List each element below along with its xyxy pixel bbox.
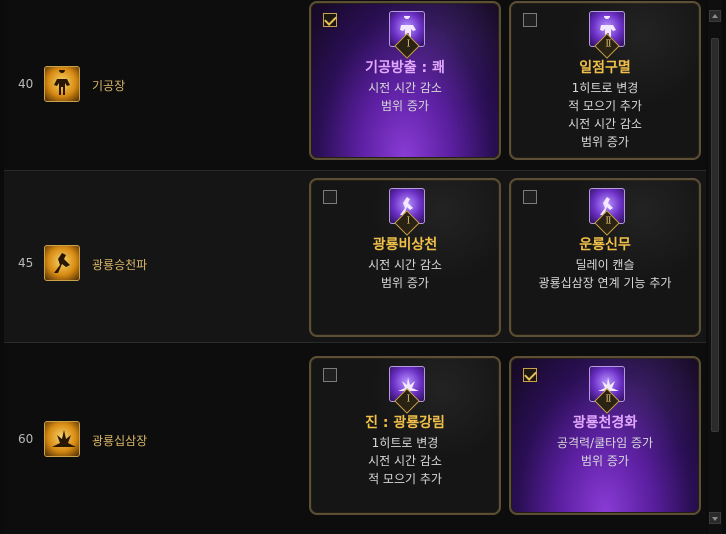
option-line: 적 모으기 추가 — [368, 472, 442, 486]
option-line: 딜레이 캔슬 — [575, 258, 635, 272]
option-line: 1히트로 변경 — [571, 81, 639, 95]
option-title: 일점구멸 — [579, 60, 631, 76]
option-title: 진 : 광룡강림 — [365, 415, 445, 431]
skill-option-panel: 40 기공장 Ⅰ 기공방출 : 쾌 시전 시간 감소 범위 증가 Ⅱ 일점구멸 … — [0, 0, 706, 534]
kigong-palm-icon — [44, 66, 80, 102]
option-description: 공격력/쿨타임 증가 범위 증가 — [511, 434, 699, 470]
option-checkbox[interactable] — [523, 190, 537, 204]
option-line: 공격력/쿨타임 증가 — [556, 436, 654, 450]
option-title: 광룡천경화 — [572, 415, 638, 431]
skill-name: 광룡승천파 — [92, 258, 148, 272]
option-line: 시전 시간 감소 — [368, 258, 442, 272]
option-line: 범위 증가 — [581, 135, 629, 149]
option-card[interactable]: Ⅱ 일점구멸 1히트로 변경 적 모으기 추가 시전 시간 감소 범위 증가 — [509, 1, 701, 160]
skill-name: 광룡십삼장 — [92, 434, 148, 448]
option-card[interactable]: Ⅰ 광룡비상천 시전 시간 감소 범위 증가 — [309, 178, 501, 337]
level-label: 45 — [18, 256, 34, 270]
skill-name: 기공장 — [92, 79, 126, 93]
option-line: 범위 증가 — [381, 99, 429, 113]
option-card[interactable]: Ⅱ 광룡천경화 공격력/쿨타임 증가 범위 증가 — [509, 356, 701, 515]
option-description: 1히트로 변경 적 모으기 추가 시전 시간 감소 범위 증가 — [511, 79, 699, 151]
rune-tier-label: Ⅰ — [406, 216, 411, 227]
option-line: 1히트로 변경 — [371, 436, 439, 450]
rune-tier-label: Ⅰ — [406, 39, 411, 50]
option-card[interactable]: Ⅱ 운룡신무 딜레이 캔슬 광룡십삼장 연계 기능 추가 — [509, 178, 701, 337]
option-checkbox[interactable] — [523, 13, 537, 27]
option-checkbox[interactable] — [323, 190, 337, 204]
rising-dragon-icon — [44, 245, 80, 281]
scroll-down-arrow-icon[interactable] — [709, 512, 721, 524]
thirteen-palms-icon — [44, 421, 80, 457]
option-line: 적 모으기 추가 — [568, 99, 642, 113]
option-card[interactable]: Ⅰ 진 : 광룡강림 1히트로 변경 시전 시간 감소 적 모으기 추가 — [309, 356, 501, 515]
option-description: 1히트로 변경 시전 시간 감소 적 모으기 추가 — [311, 434, 499, 488]
rune-tier-label: Ⅱ — [605, 394, 612, 405]
option-line: 시전 시간 감소 — [368, 81, 442, 95]
level-label: 40 — [18, 77, 34, 91]
option-description: 시전 시간 감소 범위 증가 — [311, 256, 499, 292]
option-line: 범위 증가 — [581, 454, 629, 468]
option-line: 광룡십삼장 연계 기능 추가 — [538, 276, 672, 290]
option-title: 기공방출 : 쾌 — [365, 60, 445, 76]
option-checkbox[interactable] — [523, 368, 537, 382]
level-label: 60 — [18, 432, 34, 446]
option-line: 범위 증가 — [381, 276, 429, 290]
option-title: 광룡비상천 — [372, 237, 438, 253]
option-description: 딜레이 캔슬 광룡십삼장 연계 기능 추가 — [511, 256, 699, 292]
option-card[interactable]: Ⅰ 기공방출 : 쾌 시전 시간 감소 범위 증가 — [309, 1, 501, 160]
rune-tier-label: Ⅰ — [406, 394, 411, 405]
option-checkbox[interactable] — [323, 368, 337, 382]
scroll-up-arrow-icon[interactable] — [709, 10, 721, 22]
option-checkbox[interactable] — [323, 13, 337, 27]
option-line: 시전 시간 감소 — [368, 454, 442, 468]
option-description: 시전 시간 감소 범위 증가 — [311, 79, 499, 115]
option-title: 운룡신무 — [579, 237, 631, 253]
rune-tier-label: Ⅱ — [605, 39, 612, 50]
option-line: 시전 시간 감소 — [568, 117, 642, 131]
scroll-thumb[interactable] — [711, 38, 719, 432]
rune-tier-label: Ⅱ — [605, 216, 612, 227]
